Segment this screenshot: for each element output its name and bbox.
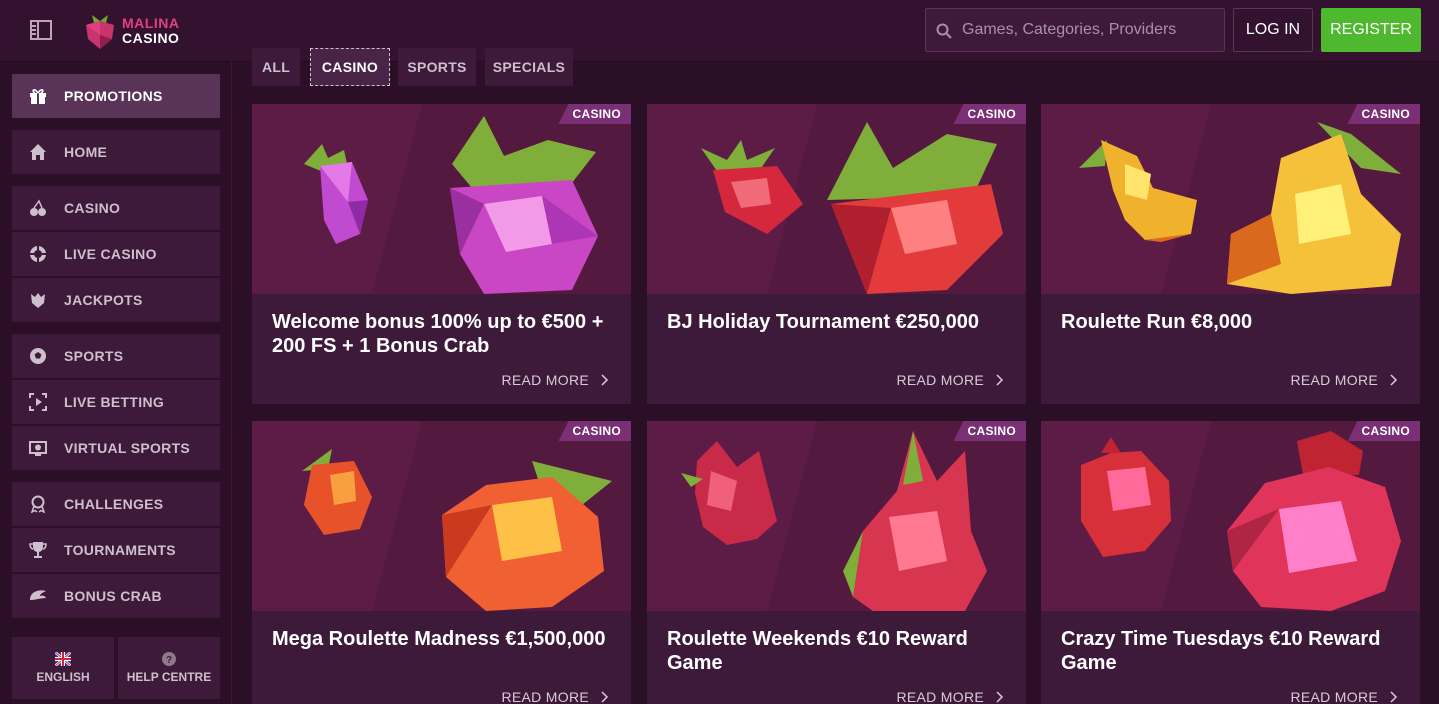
- live-betting-icon: [12, 393, 64, 411]
- sidebar-item-sports[interactable]: SPORTS: [12, 334, 220, 378]
- chevron-right-icon: [996, 374, 1004, 386]
- filter-tab-specials[interactable]: SPECIALS: [485, 48, 573, 86]
- sidebar-item-live-casino[interactable]: LIVE CASINO: [12, 232, 220, 276]
- sidebar-toggle-icon[interactable]: [30, 20, 52, 40]
- sidebar-item-label: CHALLENGES: [64, 496, 164, 512]
- sidebar-item-virtual-sports[interactable]: VIRTUAL SPORTS: [12, 426, 220, 470]
- chevron-right-icon: [1390, 691, 1398, 703]
- sidebar-item-label: CASINO: [64, 200, 121, 216]
- read-more-label: READ MORE: [501, 689, 589, 704]
- read-more-link[interactable]: READ MORE: [897, 689, 1005, 704]
- sidebar-item-label: LIVE BETTING: [64, 394, 165, 410]
- filter-tab-all[interactable]: ALL: [252, 48, 300, 86]
- read-more-link[interactable]: READ MORE: [1291, 372, 1399, 388]
- medal-icon: [12, 495, 64, 513]
- sidebar-item-label: TOURNAMENTS: [64, 542, 176, 558]
- read-more-link[interactable]: READ MORE: [897, 372, 1005, 388]
- chevron-right-icon: [1390, 374, 1398, 386]
- promo-title: BJ Holiday Tournament €250,000: [667, 311, 979, 333]
- sidebar: PROMOTIONS HOME CASINO LIVE CASINO JACKP…: [0, 62, 232, 704]
- read-more-link[interactable]: READ MORE: [502, 689, 610, 704]
- category-badge: CASINO: [558, 104, 631, 124]
- promo-card[interactable]: CASINO Crazy Time Tuesdays €10 Reward Ga…: [1041, 421, 1420, 704]
- promo-image-pears: CASINO: [1041, 104, 1420, 294]
- virtual-sports-icon: [12, 439, 64, 457]
- sidebar-item-home[interactable]: HOME: [12, 130, 220, 174]
- filter-tab-sports[interactable]: SPORTS: [398, 48, 476, 86]
- read-more-label: READ MORE: [501, 372, 589, 388]
- chevron-right-icon: [996, 691, 1004, 703]
- chip-icon: [12, 245, 64, 263]
- promo-card[interactable]: CASINO Welcome bonus 100% up to €500 + 2…: [252, 104, 631, 404]
- cherries-icon: [12, 199, 64, 217]
- search-box[interactable]: [925, 8, 1225, 52]
- svg-text:?: ?: [166, 655, 172, 666]
- promo-image-pomegranates: CASINO: [1041, 421, 1420, 611]
- promo-image-strawberries: CASINO: [647, 104, 1026, 294]
- promo-title: Roulette Weekends €10 Reward Game: [667, 628, 968, 674]
- chevron-right-icon: [601, 374, 609, 386]
- promo-image-dragonfruits: CASINO: [647, 421, 1026, 611]
- sidebar-item-bonus-crab[interactable]: BONUS CRAB: [12, 574, 220, 618]
- filter-tab-casino[interactable]: CASINO: [310, 48, 390, 86]
- promo-title: Welcome bonus 100% up to €500 + 200 FS +…: [272, 311, 604, 357]
- read-more-label: READ MORE: [1290, 689, 1378, 704]
- sidebar-item-label: SPORTS: [64, 348, 124, 364]
- promo-card[interactable]: CASINO Mega Roulette Madness €1,500,000 …: [252, 421, 631, 704]
- read-more-label: READ MORE: [1290, 372, 1378, 388]
- sidebar-item-label: HOME: [64, 144, 108, 160]
- search-icon: [936, 23, 952, 39]
- language-selector[interactable]: ENGLISH: [12, 637, 114, 699]
- sidebar-item-live-betting[interactable]: LIVE BETTING: [12, 380, 220, 424]
- promo-title: Crazy Time Tuesdays €10 Reward Game: [1061, 628, 1381, 674]
- sidebar-item-label: JACKPOTS: [64, 292, 143, 308]
- help-centre-label: HELP CENTRE: [126, 670, 212, 684]
- logo-text-casino: CASINO: [122, 30, 180, 46]
- uk-flag-icon: [55, 652, 71, 666]
- sidebar-item-label: BONUS CRAB: [64, 588, 162, 604]
- category-badge: CASINO: [1347, 421, 1420, 441]
- promo-title: Mega Roulette Madness €1,500,000: [272, 628, 606, 650]
- promo-card[interactable]: CASINO Roulette Weekends €10 Reward Game…: [647, 421, 1026, 704]
- raspberry-logo-icon: [86, 15, 114, 49]
- sidebar-item-casino[interactable]: CASINO: [12, 186, 220, 230]
- category-badge: CASINO: [558, 421, 631, 441]
- read-more-link[interactable]: READ MORE: [1291, 689, 1399, 704]
- trophy-icon: [12, 541, 64, 559]
- promo-image-oranges: CASINO: [252, 421, 631, 611]
- sidebar-item-label: VIRTUAL SPORTS: [64, 440, 191, 456]
- logo[interactable]: MALINA CASINO: [82, 11, 202, 51]
- language-label: ENGLISH: [36, 670, 90, 684]
- home-icon: [12, 143, 64, 161]
- jackpot-icon: [12, 291, 64, 309]
- chevron-right-icon: [601, 691, 609, 703]
- sidebar-item-label: PROMOTIONS: [64, 88, 163, 104]
- sidebar-item-tournaments[interactable]: TOURNAMENTS: [12, 528, 220, 572]
- help-centre-button[interactable]: ? HELP CENTRE: [118, 637, 220, 699]
- search-input[interactable]: [962, 9, 1220, 51]
- sidebar-item-challenges[interactable]: CHALLENGES: [12, 482, 220, 526]
- read-more-label: READ MORE: [896, 689, 984, 704]
- category-badge: CASINO: [1347, 104, 1420, 124]
- read-more-label: READ MORE: [896, 372, 984, 388]
- login-button[interactable]: LOG IN: [1233, 8, 1313, 52]
- register-button[interactable]: REGISTER: [1321, 8, 1421, 52]
- category-badge: CASINO: [953, 104, 1026, 124]
- soccer-ball-icon: [12, 347, 64, 365]
- sidebar-item-promotions[interactable]: PROMOTIONS: [12, 74, 220, 118]
- crab-claw-icon: [12, 588, 64, 604]
- promo-image-raspberries: CASINO: [252, 104, 631, 294]
- category-badge: CASINO: [953, 421, 1026, 441]
- promo-title: Roulette Run €8,000: [1061, 311, 1253, 333]
- logo-text-malina: MALINA: [122, 15, 180, 31]
- top-header: MALINA CASINO LOG IN REGISTER: [0, 0, 1439, 62]
- sidebar-item-jackpots[interactable]: JACKPOTS: [12, 278, 220, 322]
- help-icon: ?: [162, 652, 176, 666]
- promo-card[interactable]: CASINO Roulette Run €8,000 READ MORE: [1041, 104, 1420, 404]
- promo-card[interactable]: CASINO BJ Holiday Tournament €250,000 RE…: [647, 104, 1026, 404]
- gift-icon: [12, 87, 64, 105]
- sidebar-item-label: LIVE CASINO: [64, 246, 157, 262]
- read-more-link[interactable]: READ MORE: [502, 372, 610, 388]
